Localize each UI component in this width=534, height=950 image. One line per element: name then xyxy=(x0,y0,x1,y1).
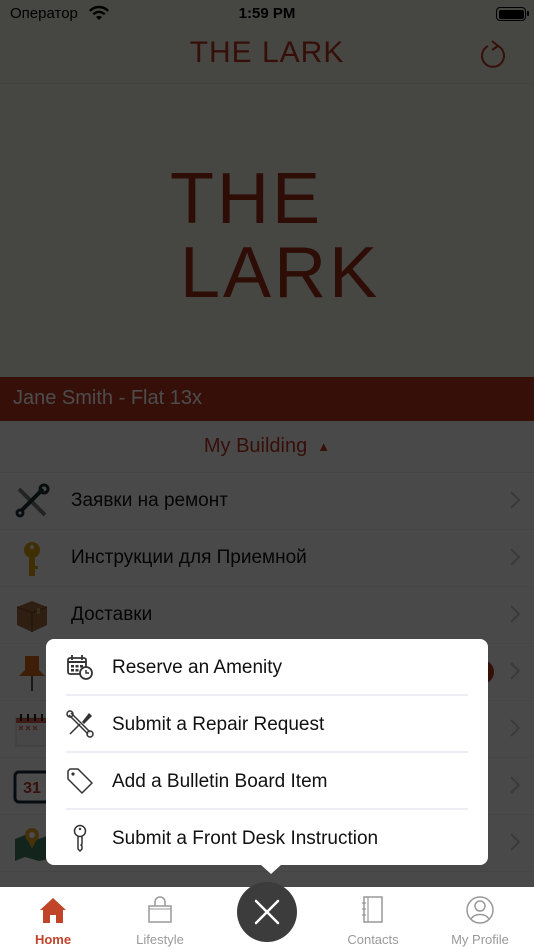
menu-item-label: Add a Bulletin Board Item xyxy=(112,770,328,792)
tab-label: Contacts xyxy=(347,932,399,947)
notebook-icon xyxy=(362,896,383,923)
shopping-bag-icon xyxy=(148,896,172,923)
tab-contacts[interactable]: Contacts xyxy=(320,887,426,950)
app-screen: Оператор 1:59 PM THE LARK THE LARK Jane … xyxy=(0,0,534,950)
menu-item-repair-request[interactable]: Submit a Repair Request xyxy=(46,696,488,753)
tab-lifestyle[interactable]: Lifestyle xyxy=(107,887,213,950)
quick-actions-menu: Reserve an Amenity Submit a Repair Reque… xyxy=(46,639,488,874)
tab-home[interactable]: Home xyxy=(0,887,106,950)
close-menu-button[interactable] xyxy=(237,882,297,942)
tab-label: My Profile xyxy=(451,932,509,947)
calendar-clock-icon xyxy=(67,655,93,680)
tab-my-profile[interactable]: My Profile xyxy=(427,887,533,950)
close-icon xyxy=(254,899,280,925)
key-icon xyxy=(73,824,87,852)
menu-item-label: Submit a Repair Request xyxy=(112,713,325,735)
menu-item-reserve-amenity[interactable]: Reserve an Amenity xyxy=(46,639,488,696)
menu-item-label: Reserve an Amenity xyxy=(112,656,283,678)
menu-item-front-desk-instruction[interactable]: Submit a Front Desk Instruction xyxy=(46,810,488,867)
tab-label: Home xyxy=(34,932,72,947)
menu-item-label: Submit a Front Desk Instruction xyxy=(112,827,379,849)
home-icon xyxy=(40,898,66,923)
tag-icon xyxy=(67,768,93,794)
wrench-screwdriver-icon xyxy=(66,710,94,738)
tab-label: Lifestyle xyxy=(136,932,184,947)
menu-item-bulletin-board[interactable]: Add a Bulletin Board Item xyxy=(46,753,488,810)
user-circle-icon xyxy=(466,896,494,924)
